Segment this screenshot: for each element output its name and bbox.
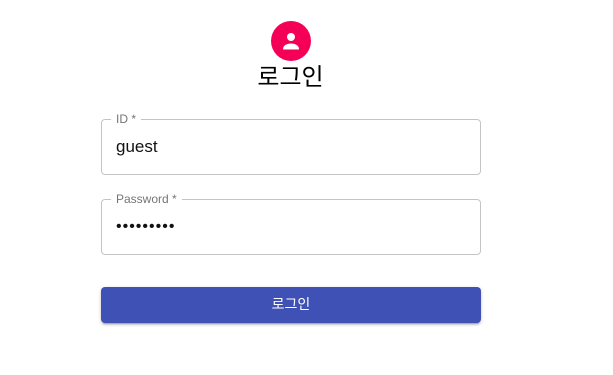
login-page: 로그인 ID * Password * 로그인 [0,0,613,375]
id-field[interactable]: ID * [101,112,481,175]
login-button[interactable]: 로그인 [101,287,481,323]
id-input[interactable] [102,120,480,174]
password-input[interactable] [102,200,480,254]
avatar [271,21,311,61]
page-title: 로그인 [257,63,324,91]
password-field[interactable]: Password * [101,192,481,255]
person-icon [283,33,299,50]
